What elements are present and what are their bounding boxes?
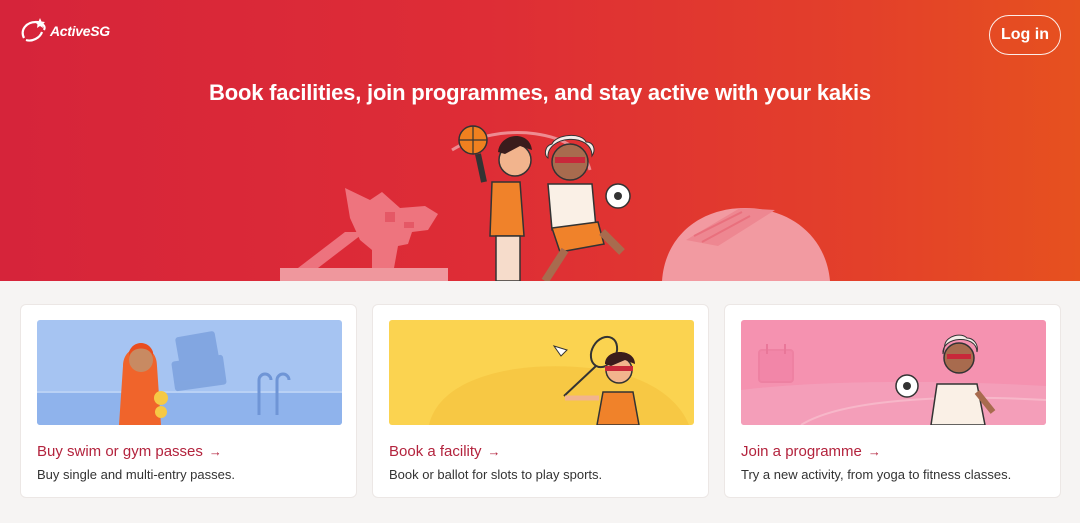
arrow-right-icon: → xyxy=(208,444,222,459)
programme-illustration xyxy=(741,320,1046,425)
card-title-book-facility[interactable]: Book a facility → xyxy=(389,443,501,460)
activesg-logo[interactable]: ActiveSG xyxy=(18,16,110,46)
card-description-swim-gym: Buy single and multi-entry passes. xyxy=(37,467,235,482)
card-join-programme[interactable]: Join a programme → Try a new activity, f… xyxy=(724,304,1061,498)
card-title-swim-gym[interactable]: Buy swim or gym passes → xyxy=(37,443,222,460)
card-title-text: Buy swim or gym passes xyxy=(37,443,203,460)
card-title-text: Join a programme xyxy=(741,443,862,460)
card-swim-gym-passes[interactable]: Buy swim or gym passes → Buy single and … xyxy=(20,304,357,498)
stadium-dome-illustration xyxy=(662,208,830,281)
logo-text: ActiveSG xyxy=(50,23,110,39)
arrow-right-icon: → xyxy=(867,444,881,459)
hero-banner: ActiveSG Log in Book facilities, join pr… xyxy=(0,0,1080,281)
soccer-player-illustration xyxy=(541,135,631,281)
calendar-icon xyxy=(758,344,794,383)
card-title-join-programme[interactable]: Join a programme → xyxy=(741,443,881,460)
badminton-illustration xyxy=(389,320,694,425)
arrow-right-icon: → xyxy=(487,444,501,459)
card-title-text: Book a facility xyxy=(389,443,482,460)
activesg-logo-icon xyxy=(21,18,46,42)
dragon-playground-illustration xyxy=(280,188,448,281)
service-cards: Buy swim or gym passes → Buy single and … xyxy=(20,304,1062,498)
hero-illustration xyxy=(280,125,830,281)
card-description-book-facility: Book or ballot for slots to play sports. xyxy=(389,467,603,482)
login-button[interactable]: Log in xyxy=(989,15,1061,55)
swim-gym-illustration xyxy=(37,320,342,425)
hero-title: Book facilities, join programmes, and st… xyxy=(209,80,871,105)
card-description-join-programme: Try a new activity, from yoga to fitness… xyxy=(741,467,1012,482)
card-book-facility[interactable]: Book a facility → Book or ballot for slo… xyxy=(372,304,709,498)
basketball-player-illustration xyxy=(458,125,532,281)
